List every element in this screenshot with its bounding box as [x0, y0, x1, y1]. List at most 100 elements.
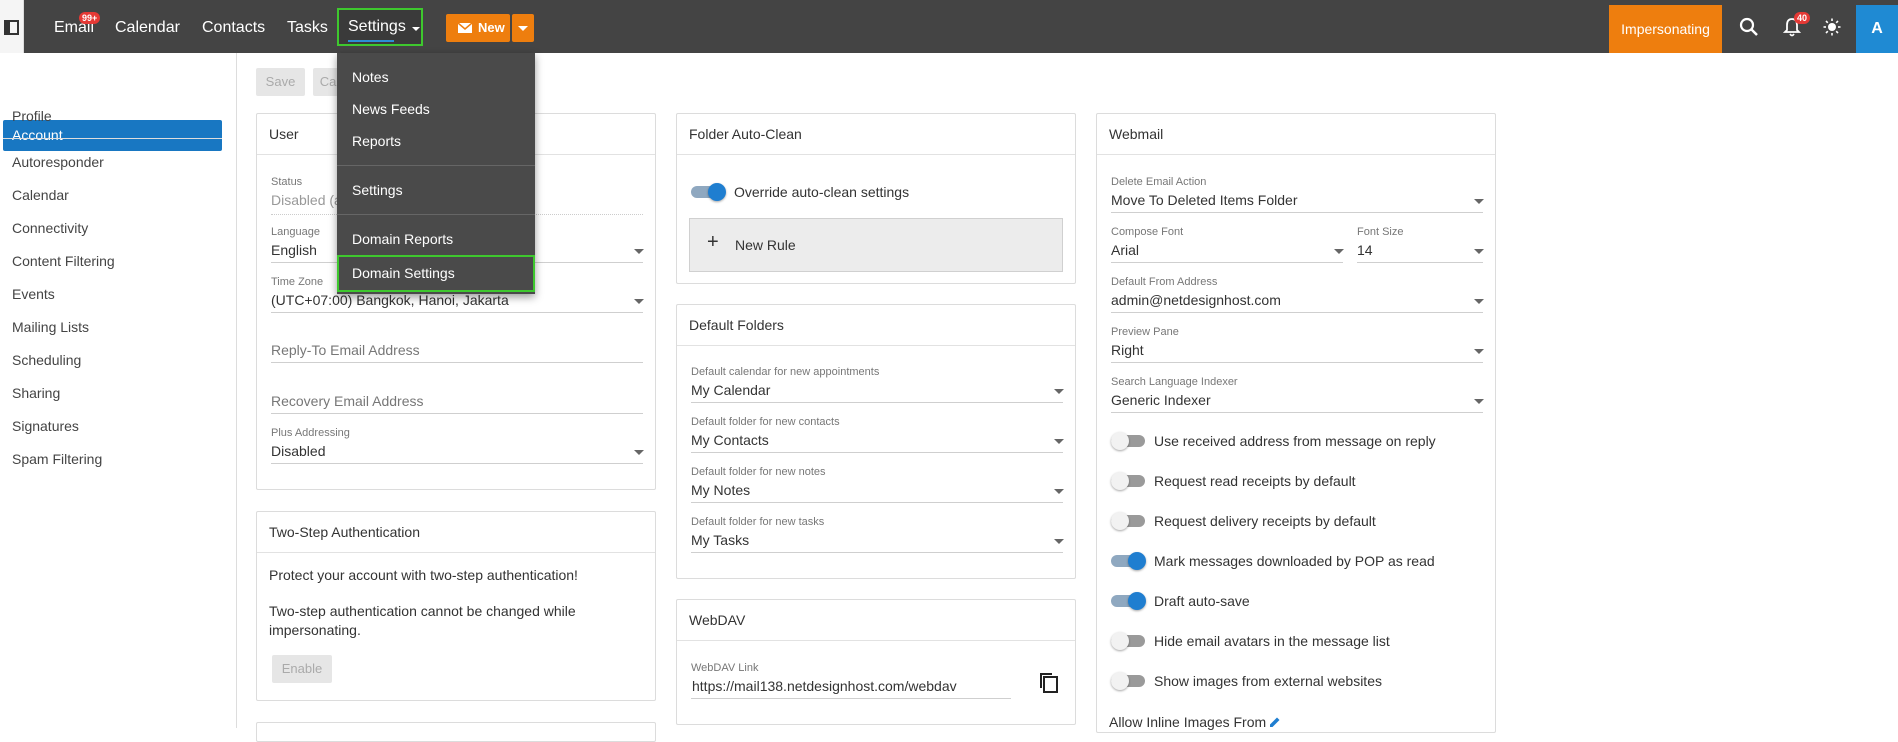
toggle-external-images[interactable]	[1111, 672, 1145, 690]
chevron-down-icon	[1474, 399, 1484, 404]
toggle-draft-auto-save[interactable]	[1111, 592, 1146, 610]
reply-to-email-field[interactable]: Reply-To Email Address	[271, 342, 420, 358]
new-rule-button[interactable]: + New Rule	[689, 218, 1063, 272]
enable-button[interactable]: Enable	[272, 655, 332, 683]
sidebar-item-mailing-lists[interactable]: Mailing Lists	[12, 319, 89, 335]
toggle-delivery-receipts[interactable]	[1111, 512, 1145, 530]
sidebar-toggle-icon[interactable]	[4, 20, 19, 35]
menu-item-domain-settings[interactable]: Domain Settings	[337, 255, 535, 292]
default-tasks-label: Default folder for new tasks	[691, 516, 825, 528]
two-step-title: Two-Step Authentication	[269, 524, 420, 540]
field-underline	[691, 402, 1063, 403]
timezone-underline	[271, 312, 643, 313]
user-card-title: User	[269, 126, 299, 142]
language-select[interactable]: English	[271, 242, 317, 258]
plus-addressing-label: Plus Addressing	[271, 427, 350, 439]
menu-item-news-feeds[interactable]: News Feeds	[352, 101, 430, 117]
override-auto-clean-label: Override auto-clean settings	[734, 184, 910, 200]
webdav-title: WebDAV	[689, 612, 746, 628]
nav-settings-underline	[348, 40, 394, 42]
override-auto-clean-toggle[interactable]	[691, 183, 726, 201]
menu-item-domain-reports[interactable]: Domain Reports	[352, 231, 453, 247]
nav-contacts[interactable]: Contacts	[202, 0, 265, 53]
sidebar-item-account[interactable]: Account	[3, 120, 222, 151]
field-underline	[1111, 362, 1483, 363]
copy-icon[interactable]	[1039, 672, 1059, 694]
new-button[interactable]: New	[446, 14, 510, 42]
impersonating-button[interactable]: Impersonating	[1609, 5, 1722, 53]
preview-pane-label: Preview Pane	[1111, 326, 1179, 338]
menu-item-settings[interactable]: Settings	[352, 182, 403, 198]
notifications-badge: 40	[1794, 12, 1811, 24]
chevron-down-icon	[1334, 249, 1344, 254]
nav-tasks[interactable]: Tasks	[287, 0, 328, 53]
card-divider	[677, 640, 1075, 641]
chevron-down-icon	[1474, 249, 1484, 254]
plus-addressing-select[interactable]: Disabled	[271, 443, 325, 459]
sidebar-item-connectivity[interactable]: Connectivity	[12, 220, 88, 236]
chevron-down-icon	[634, 249, 644, 254]
sidebar-item-sharing[interactable]: Sharing	[12, 385, 60, 401]
menu-item-reports[interactable]: Reports	[352, 133, 401, 149]
chevron-down-icon	[1054, 389, 1064, 394]
toggle-label: Show images from external websites	[1154, 673, 1382, 689]
settings-dropdown-menu: Notes News Feeds Reports Settings Domain…	[337, 53, 535, 294]
settings-sidebar: Account Profile Autoresponder Calendar C…	[0, 53, 237, 728]
language-indexer-select[interactable]: Generic Indexer	[1111, 392, 1211, 408]
top-navigation-bar: Email 99+ Calendar Contacts Tasks Settin…	[0, 0, 1898, 53]
timezone-select[interactable]: (UTC+07:00) Bangkok, Hanoi, Jakarta	[271, 292, 509, 308]
field-underline	[1357, 262, 1483, 263]
sidebar-item-spam-filtering[interactable]: Spam Filtering	[12, 451, 102, 467]
status-label: Status	[271, 176, 303, 188]
language-indexer-label: Search Language Indexer	[1111, 376, 1238, 388]
sidebar-item-profile[interactable]: Profile	[12, 108, 52, 124]
default-contacts-select[interactable]: My Contacts	[691, 432, 769, 448]
next-card-edge	[256, 722, 656, 742]
menu-item-notes[interactable]: Notes	[352, 69, 389, 85]
new-button-label: New	[478, 20, 505, 35]
delete-action-select[interactable]: Move To Deleted Items Folder	[1111, 192, 1298, 208]
toggle-hide-avatars[interactable]	[1111, 632, 1145, 650]
toggle-label: Use received address from message on rep…	[1154, 433, 1436, 449]
sidebar-item-events[interactable]: Events	[12, 286, 55, 302]
save-button[interactable]: Save	[256, 68, 305, 96]
field-underline	[1111, 262, 1343, 263]
delete-action-label: Delete Email Action	[1111, 176, 1207, 188]
theme-sun-icon[interactable]	[1823, 18, 1841, 36]
toggle-read-receipts[interactable]	[1111, 472, 1145, 490]
nav-email[interactable]: Email	[54, 0, 94, 53]
sidebar-item-calendar[interactable]: Calendar	[12, 187, 69, 203]
default-tasks-select[interactable]: My Tasks	[691, 532, 749, 548]
sidebar-toggle[interactable]	[0, 0, 24, 53]
field-underline	[691, 452, 1063, 453]
chevron-down-icon	[1474, 199, 1484, 204]
recovery-email-field[interactable]: Recovery Email Address	[271, 393, 424, 409]
sidebar-item-content-filtering[interactable]: Content Filtering	[12, 253, 115, 269]
compose-font-select[interactable]: Arial	[1111, 242, 1139, 258]
nav-settings[interactable]: Settings	[337, 8, 423, 46]
sidebar-item-signatures[interactable]: Signatures	[12, 418, 79, 434]
pencil-icon[interactable]	[1269, 716, 1281, 728]
two-step-note: Two-step authentication cannot be change…	[269, 603, 576, 619]
font-size-select[interactable]: 14	[1357, 242, 1373, 258]
toggle-pop-mark-read[interactable]	[1111, 552, 1146, 570]
sidebar-divider	[3, 138, 222, 139]
chevron-down-icon	[412, 27, 420, 31]
default-contacts-label: Default folder for new contacts	[691, 416, 840, 428]
sidebar-item-autoresponder[interactable]: Autoresponder	[12, 154, 104, 170]
default-notes-select[interactable]: My Notes	[691, 482, 750, 498]
toggle-use-received-address[interactable]	[1111, 432, 1145, 450]
chevron-down-icon	[634, 450, 644, 455]
webdav-link-value[interactable]: https://mail138.netdesignhost.com/webdav	[692, 678, 957, 694]
new-dropdown-toggle[interactable]	[512, 14, 534, 42]
menu-item-domain-settings-label: Domain Settings	[352, 265, 455, 281]
sidebar-item-scheduling[interactable]: Scheduling	[12, 352, 81, 368]
card-divider	[677, 154, 1075, 155]
nav-calendar[interactable]: Calendar	[115, 0, 180, 53]
search-icon[interactable]	[1739, 17, 1759, 37]
preview-pane-select[interactable]: Right	[1111, 342, 1144, 358]
chevron-down-icon	[1054, 489, 1064, 494]
default-calendar-select[interactable]: My Calendar	[691, 382, 770, 398]
user-avatar[interactable]: A	[1856, 5, 1898, 53]
from-address-select[interactable]: admin@netdesignhost.com	[1111, 292, 1281, 308]
